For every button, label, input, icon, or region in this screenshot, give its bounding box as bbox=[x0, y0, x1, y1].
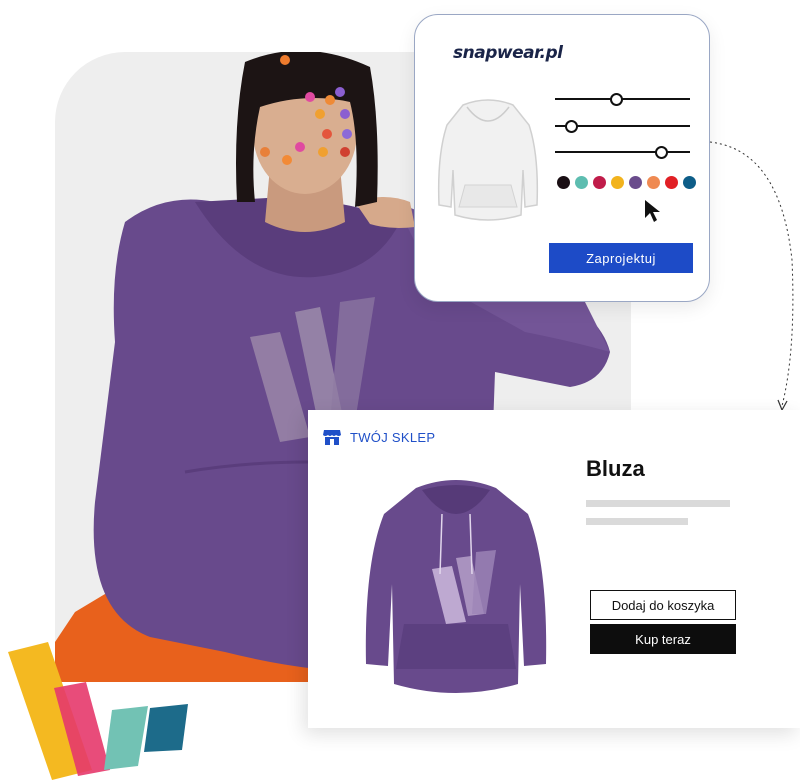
snapwear-logo[interactable]: snapwear.pl bbox=[453, 43, 563, 63]
cursor-icon bbox=[645, 200, 660, 222]
design-button[interactable]: Zaprojektuj bbox=[549, 243, 693, 273]
slider-thumb[interactable] bbox=[655, 146, 668, 159]
product-configurator: snapwear.pl Zaprojektuj bbox=[414, 14, 710, 302]
slider-thumb[interactable] bbox=[565, 120, 578, 133]
shop-product-card: TWÓJ SKLEP Bluza Dodaj do koszyka Kup te… bbox=[308, 410, 800, 728]
color-swatch[interactable] bbox=[683, 176, 696, 189]
slider-3[interactable] bbox=[555, 146, 690, 159]
color-swatch[interactable] bbox=[575, 176, 588, 189]
color-swatch[interactable] bbox=[665, 176, 678, 189]
color-swatch[interactable] bbox=[629, 176, 642, 189]
brand-w-logo bbox=[8, 642, 188, 780]
store-icon bbox=[323, 430, 341, 445]
buy-now-button[interactable]: Kup teraz bbox=[590, 624, 736, 654]
description-placeholder-2 bbox=[586, 518, 688, 525]
flow-arrow bbox=[709, 141, 794, 412]
slider-1[interactable] bbox=[555, 93, 690, 106]
product-title: Bluza bbox=[586, 456, 645, 481]
add-to-cart-button[interactable]: Dodaj do koszyka bbox=[590, 590, 736, 620]
color-swatch[interactable] bbox=[557, 176, 570, 189]
store-header[interactable]: TWÓJ SKLEP bbox=[322, 427, 435, 447]
hoodie-icon bbox=[437, 99, 539, 221]
color-swatch[interactable] bbox=[611, 176, 624, 189]
store-name: TWÓJ SKLEP bbox=[350, 429, 436, 445]
color-swatch[interactable] bbox=[647, 176, 660, 189]
product-image bbox=[365, 480, 547, 693]
slider-thumb[interactable] bbox=[610, 93, 623, 106]
color-palette bbox=[557, 176, 696, 189]
slider-2[interactable] bbox=[555, 120, 690, 133]
color-swatch[interactable] bbox=[593, 176, 606, 189]
description-placeholder-1 bbox=[586, 500, 730, 507]
